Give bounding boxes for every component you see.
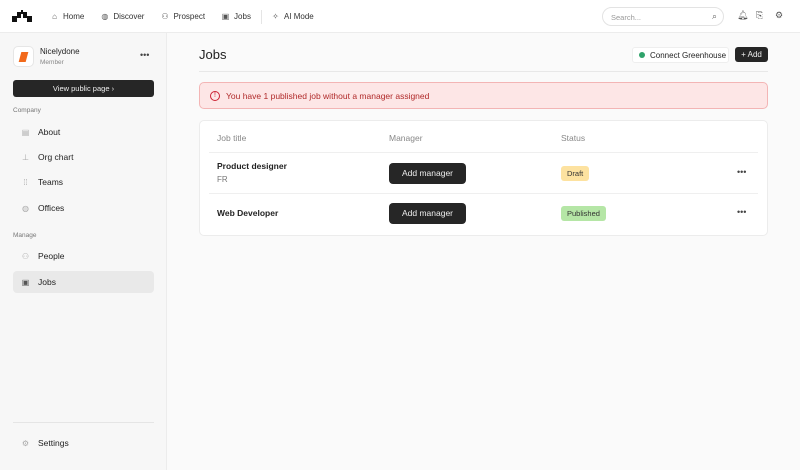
sidebar-item-label: Jobs: [38, 277, 56, 287]
job-title[interactable]: Product designer: [217, 161, 287, 171]
column-header-status: Status: [561, 133, 586, 143]
sidebar-item-jobs[interactable]: ▣ Jobs: [13, 271, 154, 293]
table-row: Product designer FR Add manager Draft ••…: [209, 152, 758, 193]
nav-label: Jobs: [234, 12, 251, 21]
sidebar-item-label: Offices: [38, 203, 65, 213]
row-more-button[interactable]: •••: [737, 207, 746, 217]
add-manager-button[interactable]: Add manager: [389, 163, 466, 184]
add-manager-button[interactable]: Add manager: [389, 203, 466, 224]
top-bar: ⌂ Home ◍ Discover ⚇ Prospect ▣ Jobs ✧ AI Mode…: [0, 0, 800, 33]
main-nav: ⌂ Home ◍ Discover ⚇ Prospect ▣ Jobs ✧ AI Mode: [50, 0, 330, 33]
column-header-job-title: Job title: [217, 133, 247, 143]
nav-ai-mode[interactable]: ✧ AI Mode: [271, 12, 314, 21]
briefcase-icon: ▣: [21, 277, 30, 287]
view-public-page-button[interactable]: View public page ›: [13, 80, 154, 97]
sidebar-item-label: Org chart: [38, 152, 74, 162]
org-role: Member: [40, 59, 64, 66]
sidebar-item-settings[interactable]: ⚙ Settings: [13, 432, 154, 454]
nav-divider: [260, 9, 262, 24]
sidebar-divider: [13, 422, 154, 423]
sidebar-item-label: Teams: [38, 177, 64, 187]
sidebar-item-label: People: [38, 251, 65, 261]
alert-banner: ! You have 1 published job without a mana…: [199, 82, 768, 109]
briefcase-icon: ▣: [221, 12, 230, 21]
gear-icon[interactable]: ⚙: [775, 10, 783, 21]
search-icon[interactable]: ⌕: [712, 11, 717, 22]
nav-label: AI Mode: [283, 12, 314, 21]
alert-text: You have 1 published job without a manag…: [226, 90, 430, 101]
connect-greenhouse-button[interactable]: Connect Greenhouse: [632, 47, 729, 63]
row-more-button[interactable]: •••: [737, 167, 746, 177]
sidebar-item-people[interactable]: ⚇ People: [13, 245, 154, 267]
nav-label: Home: [63, 12, 85, 21]
sidebar: Nicelydone Member ••• View public page ›…: [0, 33, 167, 470]
status-badge: Draft: [561, 166, 590, 181]
nav-home[interactable]: ⌂ Home: [50, 12, 84, 21]
greenhouse-icon: [639, 52, 645, 58]
globe-icon: ◍: [101, 12, 109, 21]
jobs-table: Job title Manager Status Product designe…: [199, 120, 768, 236]
globe-icon: ◍: [22, 203, 29, 213]
bell-icon[interactable]: 🔔︎: [737, 10, 748, 21]
org-name: Nicelydone: [40, 47, 80, 56]
document-icon: ▤: [21, 127, 30, 137]
nav-label: Prospect: [173, 12, 206, 21]
search-placeholder: Search...: [611, 13, 642, 22]
button-label: Connect Greenhouse: [650, 50, 727, 60]
section-manage: Manage: [13, 232, 37, 239]
sidebar-item-label: About: [38, 127, 61, 137]
users-icon: ⚇: [21, 251, 30, 261]
nav-prospect[interactable]: ⚇ Prospect: [160, 12, 205, 21]
sparkle-icon: ✧: [272, 12, 279, 21]
chat-icon[interactable]: ⎘: [756, 10, 763, 21]
home-icon: ⌂: [52, 12, 57, 21]
add-button[interactable]: + Add: [735, 47, 768, 62]
status-badge: Published: [561, 206, 606, 221]
column-header-manager: Manager: [389, 133, 423, 143]
sidebar-item-org-chart[interactable]: ⊥ Org chart: [13, 146, 154, 168]
sidebar-item-label: Settings: [38, 438, 69, 448]
org-more-button[interactable]: •••: [140, 50, 149, 60]
job-location: FR: [217, 175, 228, 184]
nav-discover[interactable]: ◍ Discover: [100, 12, 144, 21]
sidebar-item-about[interactable]: ▤ About: [13, 121, 154, 143]
section-company: Company: [13, 107, 41, 114]
search-input[interactable]: Search... ⌕: [602, 7, 724, 26]
nav-label: Discover: [113, 12, 145, 21]
sidebar-item-teams[interactable]: ⁞⁞ Teams: [13, 171, 154, 193]
alert-circle-icon: !: [210, 90, 220, 101]
table-row: Web Developer Add manager Published •••: [209, 193, 758, 234]
org-logo: [13, 46, 34, 67]
job-title[interactable]: Web Developer: [217, 208, 278, 218]
gear-icon: ⚙: [21, 438, 30, 448]
users-icon: ⚇: [161, 12, 169, 21]
app-logo[interactable]: [12, 10, 32, 22]
grid-icon: ⁞⁞: [23, 177, 28, 187]
nav-jobs[interactable]: ▣ Jobs: [221, 12, 251, 21]
sidebar-item-offices[interactable]: ◍ Offices: [13, 197, 154, 219]
page-title: Jobs: [199, 47, 227, 62]
title-divider: [199, 71, 768, 72]
org-chart-icon: ⊥: [22, 152, 29, 162]
